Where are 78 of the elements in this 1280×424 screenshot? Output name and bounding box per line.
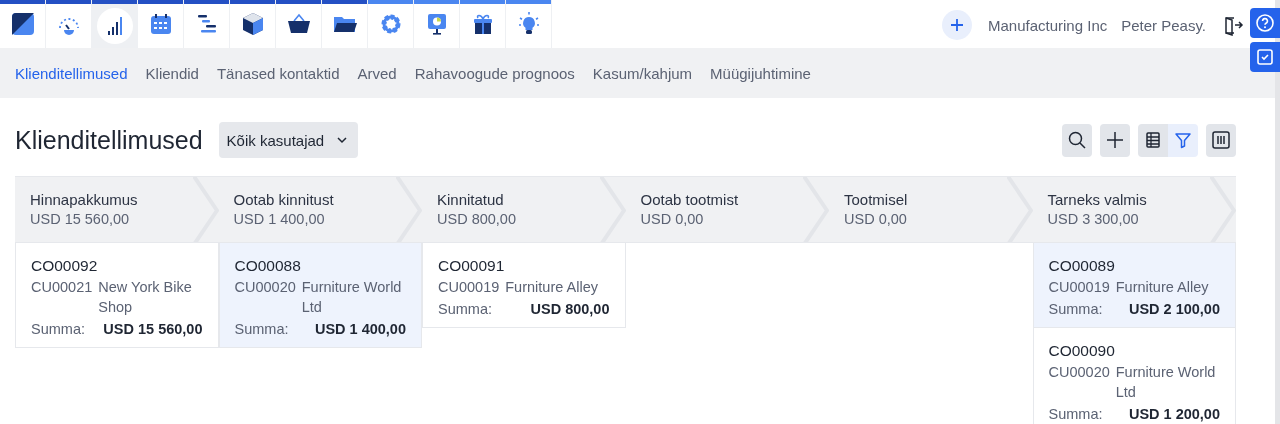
add-button[interactable] — [942, 10, 972, 40]
order-card[interactable]: CO00089 CU00019 Furniture Alley Summa: USD 2 100,00 — [1032, 243, 1236, 328]
order-card[interactable]: CO00088 CU00020 Furniture World Ltd Summa: USD 1 400,00 — [218, 243, 422, 348]
customer-code: CU00020 — [1048, 363, 1110, 382]
stage-title: Kinnitatud — [437, 191, 505, 208]
stage-title: Ootab kinnitust — [233, 191, 335, 208]
customer-code: CU00020 — [234, 278, 296, 297]
module-tab[interactable] — [322, 0, 368, 48]
stage-title: Ootab tootmist — [640, 191, 740, 208]
grid-icon — [1143, 130, 1163, 150]
stage-total: USD 800,00 — [437, 211, 517, 227]
module-tab[interactable] — [460, 0, 506, 48]
nav-tab[interactable]: Müügijuhtimine — [710, 64, 811, 82]
sum-label: Summa: — [234, 320, 290, 339]
stage-title: Tootmisel — [844, 191, 909, 208]
plus-icon — [950, 18, 964, 32]
order-amount: USD 15 560,00 — [102, 320, 203, 339]
sum-label: Summa: — [438, 300, 493, 319]
customer-code: CU00021 — [31, 278, 93, 297]
module-tab[interactable] — [276, 0, 322, 48]
stage-title: Tarneks valmis — [1047, 191, 1148, 208]
order-card[interactable]: CO00091 CU00019 Furniture Alley Summa: USD 800,00 — [422, 243, 626, 328]
stage-total: USD 15 560,00 — [30, 211, 131, 227]
search-icon — [1067, 130, 1087, 150]
order-card[interactable]: CO00090 CU00020 Furniture World Ltd Summa: USD 1 200,00 — [1032, 328, 1236, 424]
order-amount: USD 800,00 — [529, 300, 610, 319]
customer-name: Furniture Alley — [505, 278, 599, 297]
filter-icon — [1173, 130, 1193, 150]
help-icon — [1255, 13, 1275, 33]
order-number: CO00091 — [438, 257, 506, 275]
nav-tab[interactable]: Tänased kontaktid — [216, 64, 340, 82]
stage-total: USD 1 400,00 — [233, 211, 326, 227]
columns-icon — [1211, 130, 1231, 150]
tasks-button[interactable] — [1250, 42, 1280, 72]
customer-code: CU00019 — [1048, 278, 1110, 297]
order-number: CO00090 — [1048, 342, 1116, 360]
order-number: CO00089 — [1048, 257, 1116, 275]
module-tab[interactable] — [0, 0, 46, 48]
user-name[interactable]: Peter Peasy. — [1121, 16, 1206, 34]
nav-tab[interactable]: Kasum/kahjum — [592, 64, 693, 82]
stage-title: Hinnapakkumus — [30, 191, 139, 208]
sum-label: Summa: — [31, 320, 86, 339]
company-name[interactable]: Manufacturing Inc — [988, 16, 1108, 34]
order-number: CO00092 — [31, 257, 99, 275]
checkbox-icon — [1255, 47, 1275, 67]
order-amount: USD 1 400,00 — [313, 320, 406, 339]
filter-button[interactable] — [1168, 123, 1198, 157]
user-filter-dropdown[interactable]: Kõik kasutajad — [218, 122, 359, 158]
order-number: CO00088 — [234, 257, 302, 275]
stage-total: USD 3 300,00 — [1047, 211, 1140, 227]
chevron-down-icon — [336, 136, 349, 144]
order-card[interactable]: CO00092 CU00021 New York Bike Shop Summa: USD 15 560,00 — [15, 243, 219, 348]
module-tab[interactable] — [138, 0, 184, 48]
stage-total: USD 0,00 — [640, 211, 705, 227]
nav-tab[interactable]: Kliendid — [145, 64, 199, 82]
page-title: Klienditellimused — [15, 125, 203, 155]
add-order-button[interactable] — [1100, 123, 1130, 157]
stage-total: USD 0,00 — [844, 211, 908, 227]
customer-name: New York Bike Shop — [98, 278, 193, 317]
sum-label: Summa: — [1048, 300, 1104, 319]
nav-tab[interactable]: Klienditellimused — [15, 64, 128, 82]
columns-button[interactable] — [1206, 123, 1236, 157]
order-amount: USD 1 200,00 — [1127, 405, 1220, 424]
order-amount: USD 2 100,00 — [1127, 300, 1220, 319]
customer-name: Furniture Alley — [1115, 278, 1210, 297]
nav-tab[interactable]: Arved — [357, 64, 397, 82]
sum-label: Summa: — [1048, 405, 1104, 424]
module-tab[interactable] — [92, 0, 138, 48]
plus-icon — [1105, 130, 1125, 150]
table-view-button[interactable] — [1138, 123, 1168, 157]
help-button[interactable] — [1250, 8, 1280, 38]
search-button[interactable] — [1062, 123, 1092, 157]
nav-tab[interactable]: Rahavoogude prognoos — [414, 64, 575, 82]
customer-code: CU00019 — [438, 278, 500, 297]
customer-name: Furniture World Ltd — [1115, 363, 1217, 402]
module-tab[interactable] — [230, 0, 276, 48]
customer-name: Furniture World Ltd — [301, 278, 403, 317]
logout-icon[interactable] — [1222, 14, 1244, 36]
